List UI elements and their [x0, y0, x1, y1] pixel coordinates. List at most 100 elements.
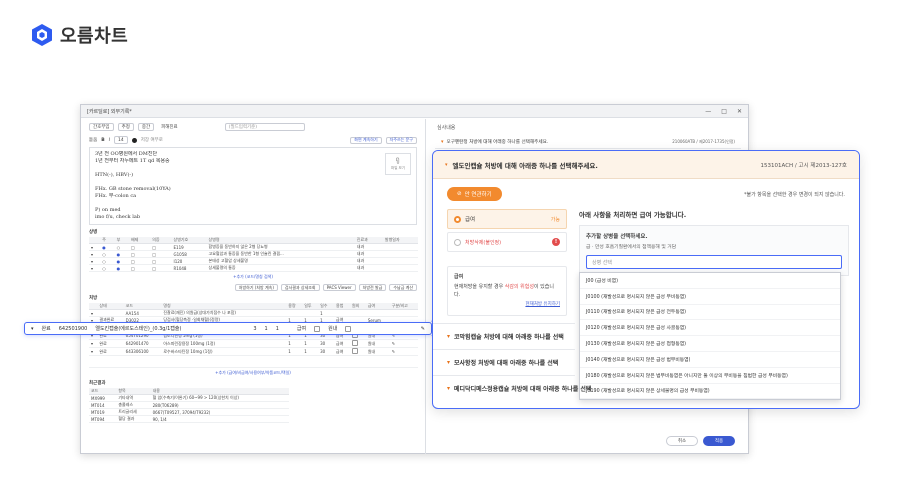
order-name: 로수바스타틴정 10mg (1정)	[161, 347, 287, 356]
table-row[interactable]: ▾ ○ ● □ □ G1058 고요혈압과 통증을 동반한 1형 인슐린 결핍... 내…	[89, 250, 418, 258]
order-days: 1	[275, 325, 279, 332]
panel-header[interactable]: ▾ 엘도인캡슐 처방에 대해 아래중 하나를 선택해주세요. 153101ACH …	[433, 151, 859, 179]
add-diagnosis-box: 추가할 상병을 선택하세요. 급 · 만성 호흡기질환에서의 점액용해 및 거담…	[579, 225, 849, 276]
payment-button[interactable]: 수납금 계산	[389, 284, 417, 291]
lab-code: MT019	[89, 408, 117, 416]
radio-icon	[454, 238, 461, 246]
status-select[interactable]: 추정	[117, 123, 134, 131]
prescribe-button[interactable]: 처방하기 (처방 계속)	[234, 284, 278, 291]
panel-meta: 153101ACH / 고시 제2013-127호	[760, 162, 847, 169]
reason-text: 현재처방을 유지할 경우 삭감의 위험성이 있습니다.	[454, 283, 560, 299]
order-code: 643306100	[123, 347, 162, 356]
visit-type-select[interactable]: 간호부임	[89, 123, 114, 131]
footer-buttons: 취소 적용	[666, 436, 735, 446]
table-row[interactable]: MX999 기타내역 혈 압(수축기/이완기) 60~99 > 120(상한치 …	[89, 394, 289, 402]
title-bar: [카르딜로] 외부기록* — □ ✕	[81, 105, 748, 118]
exclude-button[interactable]: ⊘ 안 연관하기	[447, 187, 502, 201]
field-input[interactable]: (필드입력기준)	[224, 123, 305, 131]
issue-prescription-button[interactable]: 처방전 발급	[358, 284, 387, 291]
clinical-notes[interactable]: 3년 전 OO병원에서 DM진단 1년 전부터 자누메트 1T qd 복용중 H…	[89, 147, 417, 225]
order-dose: 1	[286, 339, 303, 348]
review-title: 심사내용	[437, 125, 456, 131]
resolution-question: 아래 사항을 처리하면 급여 가능합니다.	[579, 211, 687, 219]
table-row[interactable]: ▾ 완료 643306100 로수바스타틴정 10mg (1정) 1 1 30 급…	[89, 347, 418, 356]
lab-item: 기타내역	[116, 394, 151, 402]
table-row[interactable]: MT019 트리글리세 0667(T09527, 37094/T9232)	[89, 408, 289, 416]
diagnosis-dept: 내과	[354, 250, 383, 258]
maximize-icon[interactable]: □	[721, 108, 727, 115]
font-size-select[interactable]: 14	[114, 136, 128, 144]
font-select[interactable]: 돋움	[89, 137, 97, 143]
print-button[interactable]: 화면 계속하기	[350, 136, 382, 144]
window-controls: — □ ✕	[705, 108, 742, 115]
brand: 오름차트	[30, 22, 128, 48]
apply-button[interactable]: 적용	[703, 436, 735, 446]
dropdown-item[interactable]: J0140 (재발성으로 명시되지 않은 급성 범부비동염)	[580, 352, 840, 368]
dropdown-item[interactable]: J0100 (재발성으로 명시되지 않은 급성 부비동염)	[580, 289, 840, 305]
pacs-viewer-button[interactable]: PACS Viewer	[322, 284, 356, 291]
edit-icon[interactable]: ✎	[421, 326, 425, 332]
dropdown-item[interactable]: J0110 (재발성으로 명시되지 않은 급성 전두동염)	[580, 305, 840, 321]
order-note: 원내	[365, 347, 390, 356]
dropdown-item[interactable]: J0130 (재발성으로 명시되지 않은 급성 접형동염)	[580, 336, 840, 352]
lab-detail-button[interactable]: 검사결과 상세조회	[280, 284, 320, 291]
keep-prescription-link[interactable]: 현재처방 유지하기	[454, 301, 560, 309]
order-note: 원내	[328, 326, 338, 332]
cancel-button[interactable]: 취소	[666, 436, 698, 446]
lab-value: 혈 압(수축기/이완기) 60~99 > 120(상한치 이상)	[150, 394, 289, 402]
minimize-icon[interactable]: —	[705, 108, 711, 115]
note-line: 1년 전부터 자누메트 1T qd 복용중	[95, 158, 170, 164]
dropdown-item[interactable]: J0190 (재발성으로 명시되지 않은 상세불명의 급성 부비동염)	[580, 384, 840, 400]
stage-select[interactable]: 중간	[137, 123, 155, 131]
highlighted-order-row[interactable]: ▾ 완료 642501900 엘도킨캡슐(에르도스테인)_(0.3g/1캡슐) …	[24, 322, 432, 335]
option-covered[interactable]: 급여 가능	[447, 209, 567, 229]
window-title: [카르딜로] 외부기록*	[87, 108, 132, 115]
bold-button[interactable]: B	[101, 138, 104, 143]
diagnosis-code: G1058	[171, 250, 207, 258]
table-row[interactable]: ▾ ○ ● □ □ R1048 상세불명의 통증 내과	[89, 264, 418, 272]
diagnosis-select-input[interactable]: 상병 선택	[586, 255, 842, 269]
dept-select[interactable]: 피해진료	[158, 123, 181, 131]
order-code: AA154	[123, 309, 162, 317]
exclude-label: 안 연관하기	[464, 192, 492, 198]
add-diagnosis-link[interactable]: +추가 (코드/명칭 검색)	[81, 272, 425, 282]
panel-accordions: ▾ 코막힘캡슐 처방에 대해 아래중 하나를 선택 ▾ 모사항정 처방에 대해 아래…	[433, 323, 591, 401]
file-view-button[interactable]: 파일 보기	[385, 153, 411, 175]
paperclip-icon	[396, 157, 400, 164]
accordion-title: 메디닥디메스정용캡슐 처방에 대해 아래중 하나를 선택	[454, 386, 592, 393]
table-row[interactable]: ▾ ● ○ □ □ E119 합병증을 동반하지 않은 2형 당뇨병 내과	[89, 243, 418, 251]
lab-value: 0667(T09527, 37094/T9232)	[150, 408, 289, 416]
diagnosis-table: 주 부 배제 의증 상병기호 상병명 진료과 발병일자 ▾ ● ○ □ □ E119 합…	[89, 237, 418, 272]
dropdown-item[interactable]: J0180 (재발성으로 명시되지 않은 범부비동염은 아니지만 둘 이상의 부…	[580, 368, 840, 384]
table-row[interactable]: MT014 총콜레스 280(T06289)	[89, 401, 289, 409]
favorites-button[interactable]: 자주쓰는 문구	[385, 136, 417, 144]
review-accordion[interactable]: ▾ 모사항정 처방에 대해 아래중 하나를 선택	[433, 349, 575, 375]
order-checkbox[interactable]	[314, 325, 321, 332]
diagnosis-name: 합병증을 동반하지 않은 2형 당뇨병	[206, 243, 355, 251]
lab-title: 최근결과	[89, 381, 106, 386]
panel-note: *불가 항목을 선택한 경우 변경이 되지 않습니다.	[743, 191, 845, 198]
save-option-label[interactable]: 저장 여부로	[141, 137, 163, 143]
review-accordion[interactable]: ▾ 메디닥디메스정용캡슐 처방에 대해 아래중 하나를 선택	[433, 375, 591, 401]
table-row[interactable]: ▾ 완료 642901470 아스피린장용정 100mg (1정) 1 1 30 …	[89, 339, 418, 348]
review-accordion[interactable]: ▾ 코막힘캡슐 처방에 대해 아래중 하나를 선택	[433, 323, 575, 349]
order-times: 1	[302, 339, 319, 348]
note-line: imo f/u, check lab	[95, 214, 141, 220]
order-dose: 1	[286, 347, 303, 356]
table-row-spacer	[89, 355, 418, 368]
option-delete[interactable]: 처방삭제(불인정) !	[447, 232, 567, 252]
option-column: 급여 가능 처방삭제(불인정) ! 급여 현재처방을 유지할 경우 삭감의 위험…	[447, 209, 567, 316]
close-icon[interactable]: ✕	[737, 108, 742, 115]
review-accordion[interactable]: ▾ 오구펜탄정 처방에 대해 아래중 하나를 선택해주세요. 210060ATB …	[435, 136, 741, 149]
order-checkbox[interactable]	[345, 325, 352, 332]
order-times	[302, 309, 319, 317]
table-row[interactable]: ▾ ○ ● □ □ I120 본태성 고혈압 상세불명 내과	[89, 257, 418, 265]
table-row[interactable]: MT094 혈당 결과 90, 1/4	[89, 415, 289, 423]
color-icon[interactable]	[131, 137, 137, 143]
italic-button[interactable]: I	[109, 138, 110, 143]
order-dose	[286, 309, 303, 317]
table-row[interactable]: ▾ AA154 진찰료(재진) 의원급(상대가치점수 나 포함) 1	[89, 309, 418, 317]
add-order-link[interactable]: +추가 (급여/비급여/사용여부/약품코드/택일)	[81, 368, 425, 378]
dropdown-item[interactable]: J00 (급성 비염)	[580, 273, 840, 289]
dropdown-item[interactable]: J0120 (재발성으로 명시되지 않은 급성 사골동염)	[580, 320, 840, 337]
